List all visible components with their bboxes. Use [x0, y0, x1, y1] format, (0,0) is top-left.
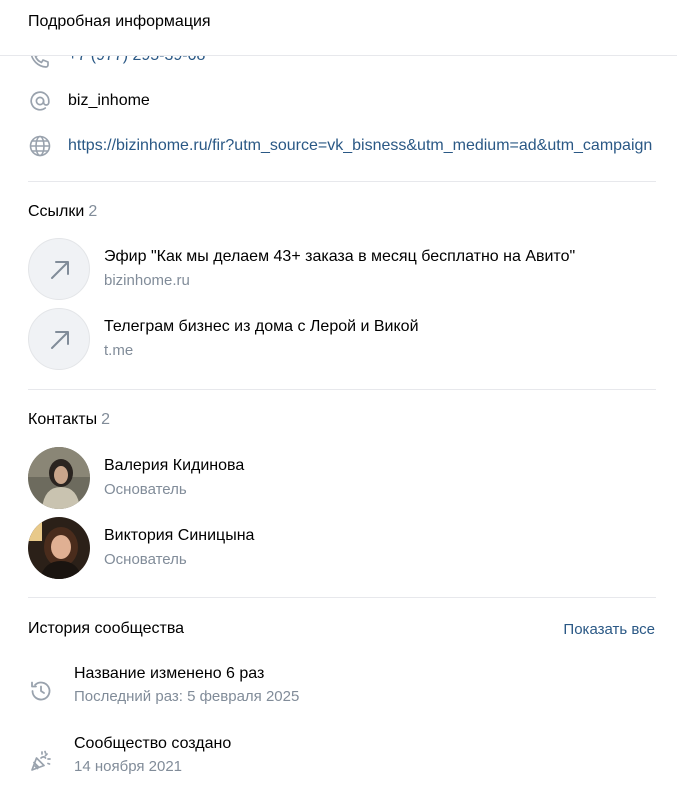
divider [28, 597, 656, 598]
header: Подробная информация [0, 0, 677, 56]
show-all-link[interactable]: Показать все [563, 620, 655, 640]
history-subtitle: 14 ноября 2021 [74, 758, 183, 775]
history-item: Сообщество создано 14 ноября 2021 [28, 734, 668, 786]
username-text: biz_inhome [68, 92, 150, 109]
link-domain: t.me [104, 342, 134, 359]
history-icon [31, 681, 51, 701]
history-subtitle: Последний раз: 5 февраля 2025 [74, 688, 300, 705]
divider [28, 389, 656, 390]
link-title: Телеграм бизнес из дома с Лерой и Викой [104, 318, 419, 335]
info-website-row[interactable]: https://bizinhome.ru/fir?utm_source=vk_b… [28, 131, 668, 161]
links-count: 2 [88, 203, 98, 220]
history-title: Название изменено 6 раз [74, 665, 265, 682]
info-username-row: biz_inhome [28, 86, 668, 116]
link-domain: bizinhome.ru [104, 272, 190, 289]
divider [28, 181, 656, 182]
arrow-up-right-icon [51, 331, 69, 349]
contact-role: Основатель [104, 551, 187, 568]
avatar[interactable] [28, 447, 90, 509]
contact-name: Виктория Синицына [104, 527, 255, 544]
history-title: Сообщество создано [74, 735, 232, 752]
links-section-title: Ссылки 2 [28, 202, 97, 222]
avatar[interactable] [28, 517, 90, 579]
contact-role: Основатель [104, 481, 187, 498]
at-icon [30, 91, 50, 111]
history-item: Название изменено 6 раз Последний раз: 5… [28, 664, 668, 716]
link-item[interactable]: Телеграм бизнес из дома с Лерой и Викой … [28, 308, 668, 370]
contact-item[interactable]: Виктория Синицына Основатель [28, 517, 668, 579]
contacts-title: Контакты [28, 411, 98, 428]
website-link[interactable]: https://bizinhome.ru/fir?utm_source=vk_b… [68, 136, 652, 156]
contacts-section-title: Контакты 2 [28, 410, 110, 430]
external-link-circle [28, 308, 90, 370]
history-section-title: История сообщества [28, 620, 185, 637]
globe-icon [29, 135, 51, 157]
page-title: Подробная информация [28, 13, 211, 30]
contact-name: Валерия Кидинова [104, 457, 245, 474]
link-title: Эфир "Как мы делаем 43+ заказа в месяц б… [104, 248, 576, 265]
link-item[interactable]: Эфир "Как мы делаем 43+ заказа в месяц б… [28, 238, 668, 300]
contact-item[interactable]: Валерия Кидинова Основатель [28, 447, 668, 509]
links-title: Ссылки [28, 203, 85, 220]
arrow-up-right-icon [51, 261, 69, 279]
external-link-circle [28, 238, 90, 300]
party-icon [31, 750, 51, 771]
contacts-count: 2 [101, 411, 111, 428]
